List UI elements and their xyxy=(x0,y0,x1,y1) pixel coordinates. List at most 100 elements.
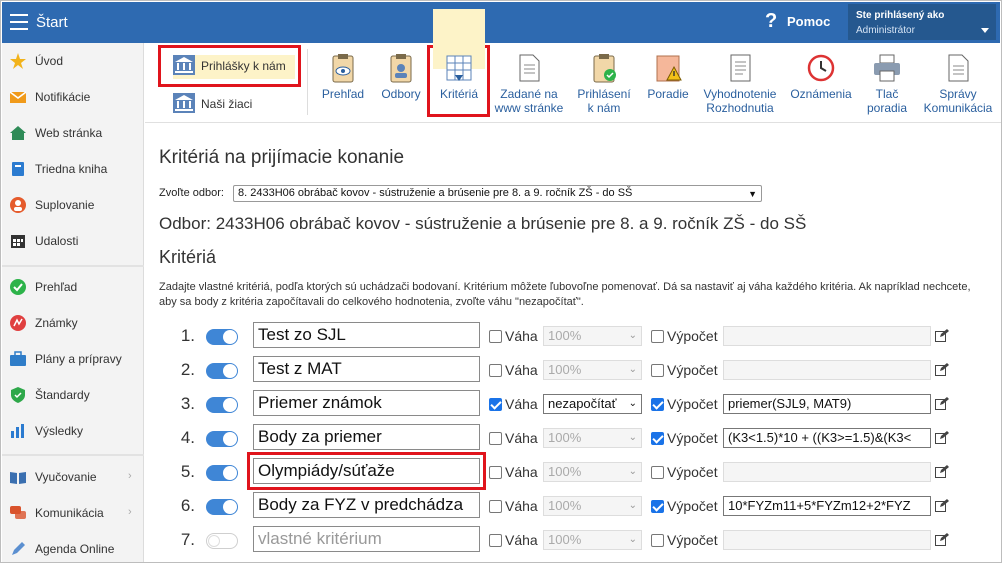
calc-checkbox[interactable] xyxy=(651,398,664,411)
toolbar-prihlaseni-button[interactable]: Prihlásení k nám xyxy=(573,9,635,115)
toolbar-prehlad-button[interactable]: Prehľad xyxy=(319,9,367,101)
hamburger-menu-icon[interactable] xyxy=(10,14,28,30)
weight-checkbox[interactable] xyxy=(489,534,502,547)
criterion-toggle[interactable] xyxy=(206,363,238,379)
edit-icon[interactable] xyxy=(935,499,949,512)
toolbar-vyhodnotenie-button[interactable]: Vyhodnotenie Rozhodnutia xyxy=(699,9,781,115)
criterion-toggle[interactable] xyxy=(206,329,238,345)
criterion-number: 3. xyxy=(180,394,195,413)
calc-checkbox[interactable] xyxy=(651,364,664,377)
toolbar-odbory-button[interactable]: Odbory xyxy=(377,9,425,101)
sidebar-item-uvod[interactable]: Úvod xyxy=(2,46,144,76)
app-title[interactable]: Štart xyxy=(36,14,68,31)
odbor-select-value: 8. 2433H06 obrábač kovov - sústruženie a… xyxy=(238,187,633,199)
edit-icon[interactable] xyxy=(935,465,949,478)
edit-icon[interactable] xyxy=(935,397,949,410)
weight-value: 100% xyxy=(548,328,582,343)
calc-checkbox[interactable] xyxy=(651,330,664,343)
calc-input[interactable] xyxy=(723,360,931,380)
criterion-name-input[interactable]: Test z MAT xyxy=(253,356,480,382)
sidebar-item-web-stranka[interactable]: Web stránka xyxy=(2,118,144,148)
prihlasky-button[interactable]: Prihlášky k nám xyxy=(173,55,295,79)
toolbar-spravy-button[interactable]: Správy Komunikácia xyxy=(919,9,997,115)
calc-label: Výpočet xyxy=(667,498,718,514)
chevron-down-icon: ⌄ xyxy=(628,432,637,443)
edit-icon[interactable] xyxy=(935,363,949,376)
document-icon xyxy=(514,53,544,83)
criterion-row: 2. Test z MAT Váha 100% ⌄ Výpočet xyxy=(1,352,1001,386)
toolbar-button-label: Kritériá xyxy=(439,87,478,101)
criterion-toggle[interactable] xyxy=(206,533,238,549)
odbor-select[interactable]: 8. 2433H06 obrábač kovov - sústruženie a… xyxy=(233,185,762,202)
weight-select[interactable]: 100% ⌄ xyxy=(543,496,642,516)
criterion-row: 3. Priemer známok Váha nezapočítať ⌄ Výpo… xyxy=(1,386,1001,420)
edit-icon[interactable] xyxy=(935,533,949,546)
sidebar-item-label: Udalosti xyxy=(35,234,79,248)
weight-value: 100% xyxy=(548,362,582,377)
weight-value: 100% xyxy=(548,430,582,445)
criterion-name-input[interactable]: Body za priemer xyxy=(253,424,480,450)
star-icon xyxy=(10,53,26,69)
weight-select[interactable]: 100% ⌄ xyxy=(543,326,642,346)
sidebar-item-notifikacie[interactable]: Notifikácie xyxy=(2,82,144,112)
weight-checkbox[interactable] xyxy=(489,398,502,411)
weight-select[interactable]: 100% ⌄ xyxy=(543,360,642,380)
criterion-toggle[interactable] xyxy=(206,431,238,447)
toolbar-oznamenia-button[interactable]: Oznámenia xyxy=(787,9,855,101)
chevron-down-icon: ▼ xyxy=(748,189,757,199)
sidebar-item-udalosti[interactable]: Udalosti xyxy=(2,226,144,256)
toolbar-button-label: Poradie xyxy=(647,87,689,101)
weight-checkbox[interactable] xyxy=(489,466,502,479)
toolbar-poradie-button[interactable]: Poradie xyxy=(643,9,693,101)
printer-icon xyxy=(872,53,902,83)
weight-select[interactable]: 100% ⌄ xyxy=(543,530,642,550)
sidebar-item-prehlad[interactable]: Prehľad xyxy=(2,272,144,302)
weight-checkbox[interactable] xyxy=(489,364,502,377)
calc-input[interactable] xyxy=(723,462,931,482)
weight-checkbox[interactable] xyxy=(489,432,502,445)
calendar-icon xyxy=(10,233,26,249)
calc-input[interactable]: (K3<1.5)*10 + ((K3>=1.5)&(K3< xyxy=(723,428,931,448)
criterion-toggle[interactable] xyxy=(206,397,238,413)
chevron-down-icon: ⌄ xyxy=(628,466,637,477)
nasi-ziaci-button[interactable]: Naši žiaci xyxy=(173,93,295,117)
toolbar-kriteria-button[interactable]: Kritériá xyxy=(433,9,485,101)
calc-checkbox[interactable] xyxy=(651,432,664,445)
weight-select[interactable]: 100% ⌄ xyxy=(543,462,642,482)
calc-input[interactable]: priemer(SJL9, MAT9) xyxy=(723,394,931,414)
criteria-description: Zadajte vlastné kritériá, podľa ktorých … xyxy=(159,281,971,308)
weight-label: Váha xyxy=(505,430,538,446)
weight-value: 100% xyxy=(548,532,582,547)
weight-select[interactable]: 100% ⌄ xyxy=(543,428,642,448)
toolbar-button-label: Prihlásení k nám xyxy=(577,87,631,115)
person-icon xyxy=(10,197,26,213)
calc-label: Výpočet xyxy=(667,430,718,446)
calc-input[interactable] xyxy=(723,530,931,550)
calc-checkbox[interactable] xyxy=(651,500,664,513)
criterion-name-input[interactable]: Test zo SJL xyxy=(253,322,480,348)
sidebar-item-label: Triedna kniha xyxy=(35,162,108,176)
calc-input[interactable] xyxy=(723,326,931,346)
toolbar-tlac-button[interactable]: Tlač poradia xyxy=(863,9,911,115)
criterion-toggle[interactable] xyxy=(206,499,238,515)
edit-icon[interactable] xyxy=(935,329,949,342)
criterion-name-input[interactable]: Body za FYZ v predchádza xyxy=(253,492,480,518)
sidebar-item-label: Úvod xyxy=(35,54,64,68)
sidebar-item-triedna-kniha[interactable]: Triedna kniha xyxy=(2,154,144,184)
calc-checkbox[interactable] xyxy=(651,466,664,479)
sidebar-item-suplovanie[interactable]: Suplovanie xyxy=(2,190,144,220)
criterion-name-input[interactable]: Priemer známok xyxy=(253,390,480,416)
calc-input[interactable]: 10*FYZm11+5*FYZm12+2*FYZ xyxy=(723,496,931,516)
weight-select[interactable]: nezapočítať ⌄ xyxy=(543,394,642,414)
criterion-name-input[interactable]: vlastné kritérium xyxy=(253,526,480,552)
calc-checkbox[interactable] xyxy=(651,534,664,547)
toolbar-zadane-button[interactable]: Zadané na www stránke xyxy=(493,9,565,115)
criterion-row: 5. Olympiády/súťaže Váha 100% ⌄ Výpočet xyxy=(1,454,1001,488)
criterion-toggle[interactable] xyxy=(206,465,238,481)
criterion-row: 6. Body za FYZ v predchádza Váha 100% ⌄ V… xyxy=(1,488,1001,522)
book-icon xyxy=(10,161,26,177)
weight-checkbox[interactable] xyxy=(489,500,502,513)
weight-checkbox[interactable] xyxy=(489,330,502,343)
edit-icon[interactable] xyxy=(935,431,949,444)
calc-label: Výpočet xyxy=(667,464,718,480)
